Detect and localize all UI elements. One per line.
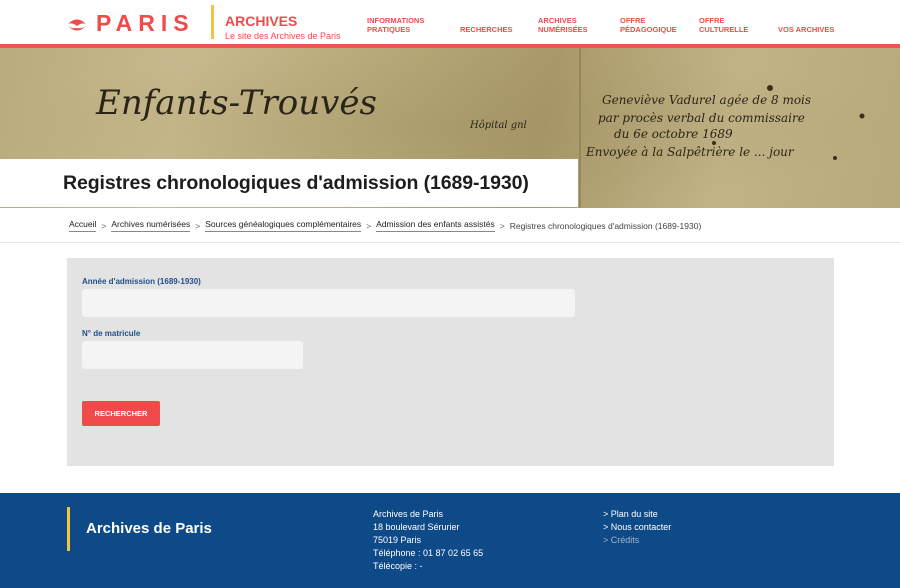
footer-links: > Plan du site > Nous contacter > Crédit… (603, 508, 671, 547)
breadcrumb-current: Registres chronologiques d'admission (16… (509, 220, 702, 231)
nav-label: OFFRE (620, 16, 646, 25)
breadcrumb-separator: > (195, 220, 201, 231)
site-footer: Archives de Paris Archives de Paris 18 b… (0, 493, 900, 588)
nav-vos-archives[interactable]: VOS ARCHIVES (778, 25, 834, 34)
nav-label: CULTURELLE (699, 25, 749, 34)
nav-label: INFORMATIONS (367, 16, 425, 25)
header-divider (211, 5, 214, 39)
breadcrumb-divider (0, 242, 900, 243)
search-button[interactable]: RECHERCHER (82, 401, 160, 426)
breadcrumb-separator: > (499, 220, 505, 231)
logo-text: PARIS (96, 10, 195, 36)
paris-boat-icon (66, 13, 88, 35)
footer-address-line: 18 boulevard Sérurier (373, 522, 460, 532)
matricule-input[interactable] (82, 341, 303, 369)
nav-offre-culturelle[interactable]: OFFRE CULTURELLE (699, 16, 748, 34)
nav-recherches[interactable]: RECHERCHES (460, 25, 513, 34)
brand-title: ARCHIVES (225, 13, 298, 29)
matricule-label: N° de matricule (82, 329, 141, 338)
nav-offre-pedagogique[interactable]: OFFRE PÉDAGOGIQUE (620, 16, 677, 34)
breadcrumb-archives-numerisees[interactable]: Archives numérisées (111, 219, 191, 232)
footer-link-plan-du-site[interactable]: > Plan du site (603, 508, 671, 521)
breadcrumb-admission-enfants[interactable]: Admission des enfants assistés (376, 219, 495, 232)
brand-subtitle: Le site des Archives de Paris (225, 31, 341, 41)
breadcrumb-accueil[interactable]: Accueil (69, 219, 97, 232)
banner-handwriting: Geneviève Vadurel agée de 8 mois (602, 93, 811, 107)
nav-label: PÉDAGOGIQUE (620, 25, 677, 34)
brand[interactable]: ARCHIVES Le site des Archives de Paris (225, 13, 341, 42)
page-title: Registres chronologiques d'admission (16… (63, 172, 529, 194)
footer-title: Archives de Paris (86, 520, 212, 537)
footer-accent-bar (67, 507, 70, 551)
nav-label: NUMÉRISÉES (538, 25, 588, 34)
breadcrumb-separator: > (101, 220, 107, 231)
breadcrumb-sources-genealogiques[interactable]: Sources généalogiques complémentaires (205, 219, 362, 232)
breadcrumb-separator: > (366, 220, 372, 231)
footer-address-line: 75019 Paris (373, 535, 422, 545)
nav-label: ARCHIVES (538, 16, 577, 25)
year-label: Année d'admission (1689-1930) (82, 277, 201, 286)
site-header: PARIS ARCHIVES Le site des Archives de P… (0, 0, 900, 44)
nav-label: VOS ARCHIVES (778, 25, 835, 34)
footer-fax: Télécopie : - (373, 561, 423, 571)
footer-link-credits[interactable]: > Crédits (603, 534, 671, 547)
footer-address: Archives de Paris 18 boulevard Sérurier … (373, 508, 483, 573)
paris-logo[interactable]: PARIS (66, 10, 195, 37)
banner-handwriting: par procès verbal du commissaire (598, 111, 805, 125)
nav-label: RECHERCHES (460, 25, 513, 34)
breadcrumb: Accueil > Archives numérisées > Sources … (69, 219, 701, 232)
footer-phone: Téléphone : 01 87 02 65 65 (373, 548, 484, 558)
banner-handwriting: Hôpital gnl (469, 120, 527, 131)
year-input[interactable] (82, 289, 575, 317)
footer-address-line: Archives de Paris (373, 509, 444, 519)
nav-label: PRATIQUES (367, 25, 411, 34)
banner-handwriting: du 6e octobre 1689 (614, 127, 733, 141)
nav-archives-numerisees[interactable]: ARCHIVES NUMÉRISÉES (538, 16, 588, 34)
nav-label: OFFRE (699, 16, 725, 25)
nav-informations-pratiques[interactable]: INFORMATIONS PRATIQUES (367, 16, 424, 34)
footer-link-nous-contacter[interactable]: > Nous contacter (603, 521, 671, 534)
banner-handwriting: Enfants-Trouvés (95, 83, 377, 123)
banner-handwriting: Envoyée à la Salpêtrière le ... jour (585, 145, 795, 159)
